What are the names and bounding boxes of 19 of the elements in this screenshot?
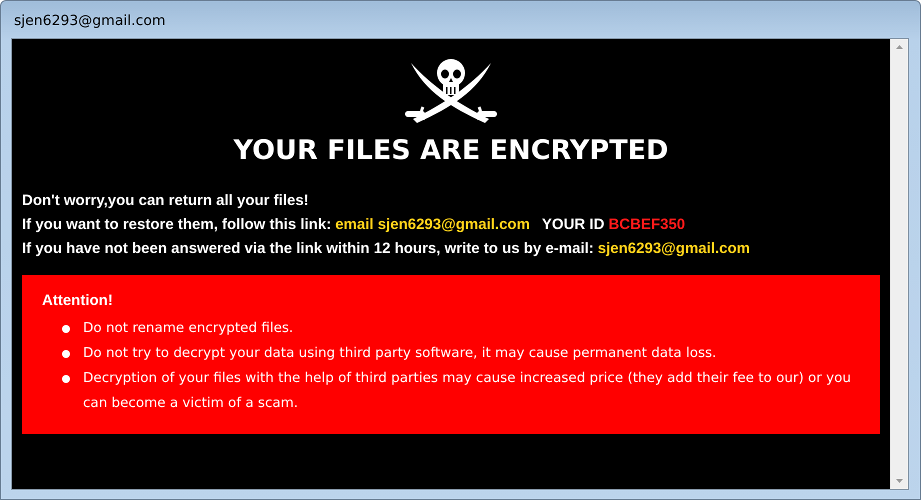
email-link[interactable]: email sjen6293@gmail.com: [335, 216, 530, 233]
bullet-icon: [62, 325, 70, 333]
warning-item: Decryption of your files with the help of third parties may cause increased price (they add their fee to our) or you can become a victim of a scam.: [83, 369, 852, 413]
message-text: If you want to restore them, follow this link:: [22, 216, 332, 233]
message-text: YOUR ID: [542, 216, 604, 233]
window-title: sjen6293@gmail.com: [14, 12, 166, 28]
warning-item: Do not try to decrypt your data using third party software, it may cause permanent data loss.: [83, 344, 716, 363]
warning-item: Do not rename encrypted files.: [83, 319, 294, 338]
message-text: If you have not been answered via the link within 12 hours, write to us by e-mail:: [22, 240, 594, 257]
skull-crossed-swords-icon: [405, 57, 497, 125]
victim-id: BCBEF350: [608, 216, 686, 233]
bullet-icon: [62, 350, 70, 358]
scroll-down-icon[interactable]: [896, 479, 903, 483]
email-link[interactable]: sjen6293@gmail.com: [598, 240, 750, 257]
heading: YOUR FILES ARE ENCRYPTED: [234, 135, 668, 166]
bullet-icon: [62, 375, 70, 383]
message-text: Don't worry,you can return all your files!: [22, 192, 309, 209]
scroll-up-icon[interactable]: [896, 45, 903, 49]
warning-title: Attention!: [42, 292, 114, 309]
